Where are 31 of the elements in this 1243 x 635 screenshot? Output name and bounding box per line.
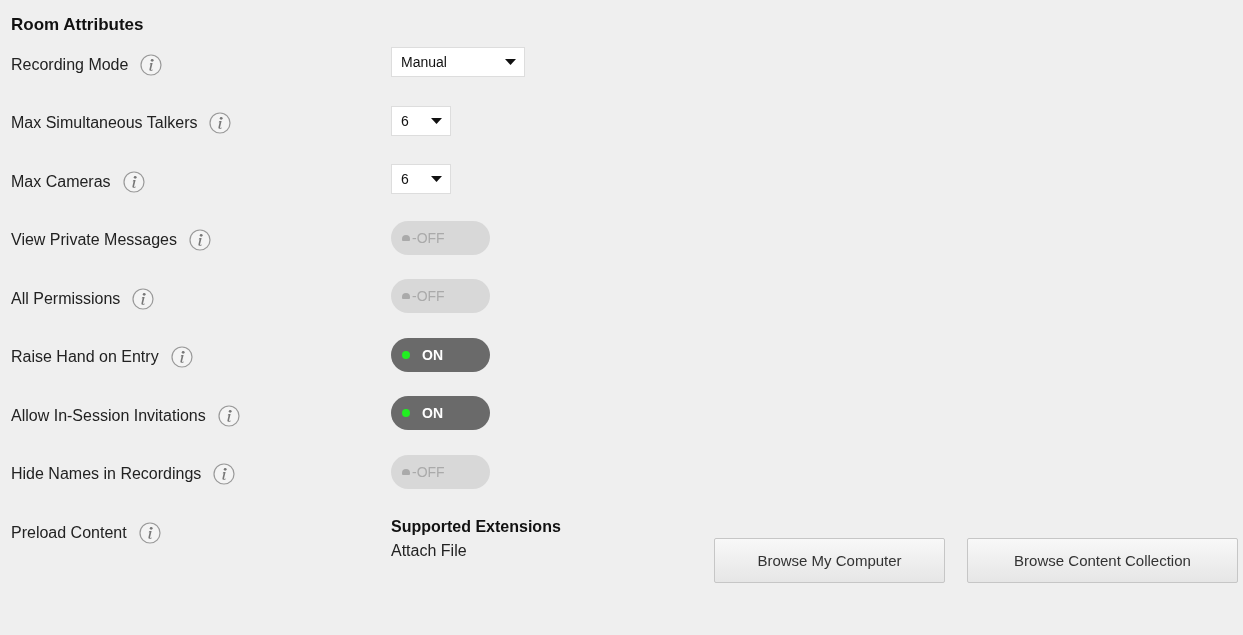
caret-icon <box>431 176 442 182</box>
field-label: Allow In-Session Invitations <box>11 406 206 425</box>
field-label: All Permissions <box>11 289 121 308</box>
info-icon[interactable] <box>132 287 155 310</box>
field-label: Max Cameras <box>11 172 111 191</box>
info-icon[interactable] <box>140 53 163 76</box>
field-label: Hide Names in Recordings <box>11 465 202 483</box>
section-title: Room Attributes <box>11 14 145 36</box>
info-icon[interactable] <box>122 170 145 193</box>
dropdown[interactable]: Manual <box>391 47 525 77</box>
field-label: Raise Hand on Entry <box>11 348 159 366</box>
dropdown[interactable]: 6 <box>391 164 451 194</box>
info-icon[interactable] <box>209 112 232 134</box>
info-icon[interactable] <box>217 404 240 427</box>
browse-button[interactable]: Browse My Computer <box>714 538 945 583</box>
field-label: Max Simultaneous Talkers <box>11 114 198 132</box>
field-label: Attach File <box>391 541 468 560</box>
section-heading: Supported Extensions <box>391 517 561 537</box>
toggle-switch[interactable]: ON <box>391 337 490 372</box>
info-icon[interactable] <box>138 521 161 544</box>
dropdown[interactable]: 6 <box>391 105 451 136</box>
toggle-switch[interactable]: ON <box>391 396 490 430</box>
info-icon[interactable] <box>170 346 193 368</box>
caret-icon <box>505 59 516 65</box>
field-label: Recording Mode <box>11 55 129 74</box>
caret-icon <box>431 117 442 124</box>
field-label: View Private Messages <box>11 231 177 249</box>
browse-button[interactable]: Browse Content Collection <box>967 538 1238 583</box>
info-icon[interactable] <box>213 463 236 485</box>
field-label: Preload Content <box>11 523 127 542</box>
info-icon[interactable] <box>189 229 211 251</box>
